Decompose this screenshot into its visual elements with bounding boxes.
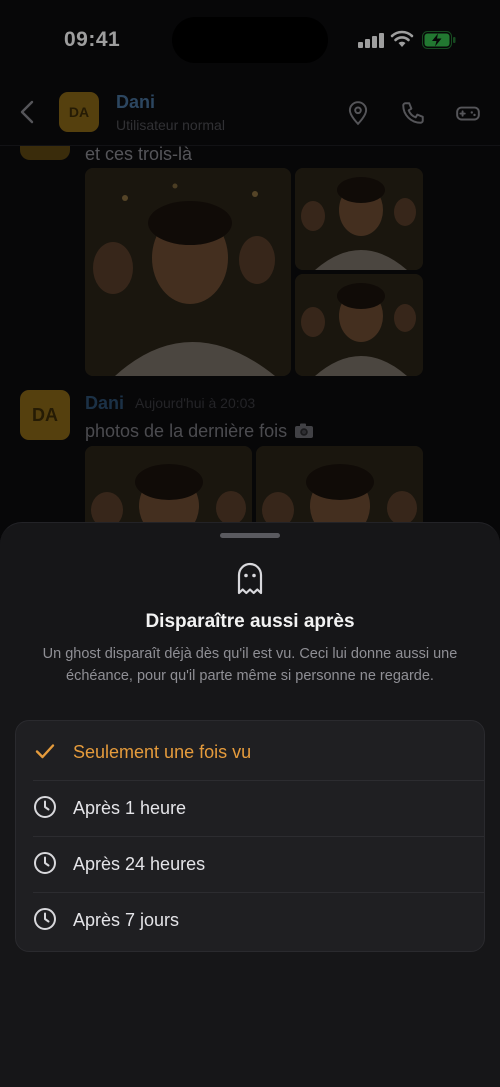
clock-icon [34,796,56,818]
option-1-hour[interactable]: Après 1 heure [16,779,486,835]
clock-icon [34,852,56,874]
option-24-hours[interactable]: Après 24 heures [16,835,486,891]
ghost-icon [237,562,263,595]
expiry-options-list: Seulement une fois vu Après 1 heure Aprè… [15,720,485,952]
sheet-title: Disparaître aussi après [145,611,355,632]
option-label: Après 1 heure [73,798,187,818]
clock-icon [34,908,56,930]
check-icon [35,744,55,759]
sheet-grabber[interactable] [220,533,280,538]
sheet-description: Un ghost disparaît déjà dès qu'il est vu… [42,646,458,684]
option-label: Après 24 heures [73,854,206,874]
option-seen-once[interactable]: Seulement une fois vu [16,723,486,779]
option-label: Seulement une fois vu [73,742,252,762]
option-label: Après 7 jours [73,910,180,930]
option-7-days[interactable]: Après 7 jours [16,891,486,947]
bottom-sheet: Disparaître aussi après Un ghost dispara… [0,522,500,1087]
